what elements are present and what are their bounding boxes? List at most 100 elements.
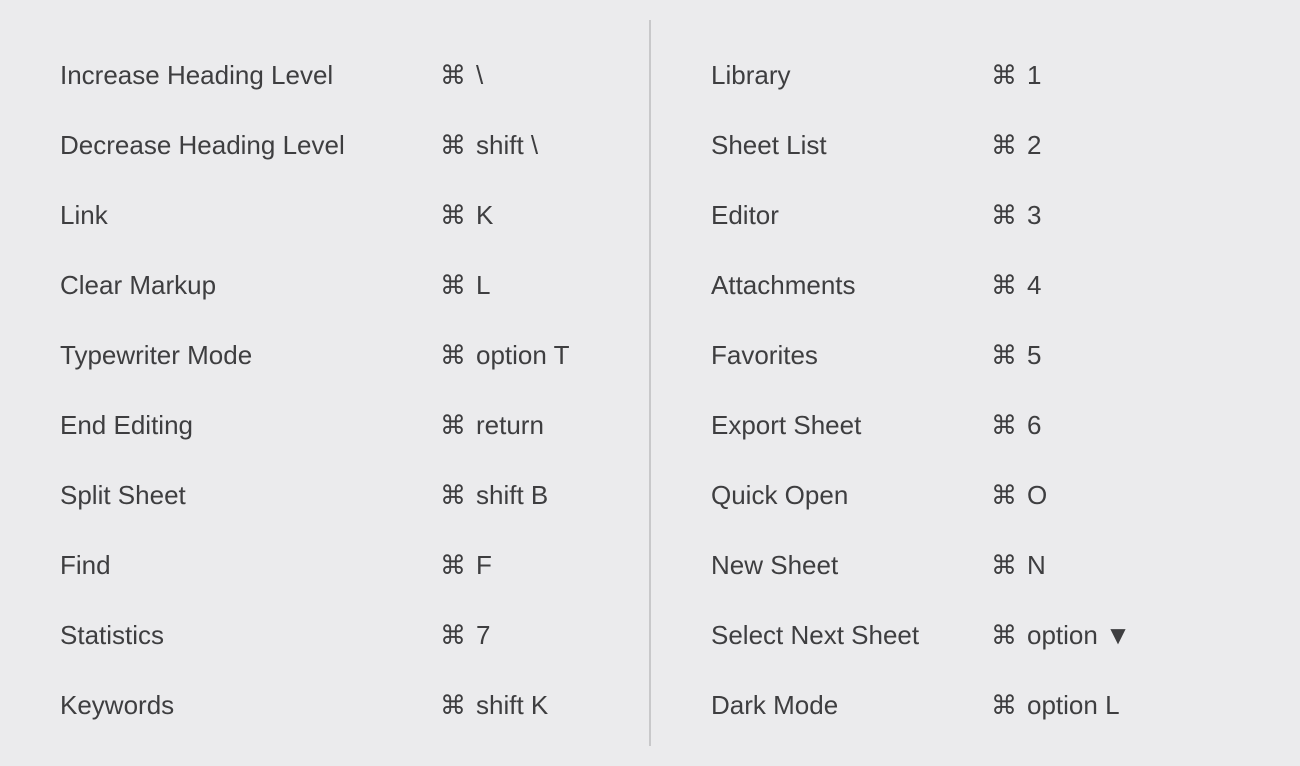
command-icon: ⌘ [991, 412, 1017, 438]
shortcut-key-text: shift K [476, 690, 548, 721]
shortcuts-column-right: Library ⌘ 1 Sheet List ⌘ 2 Editor ⌘ 3 At… [651, 20, 1300, 746]
shortcut-key-text: 3 [1027, 200, 1041, 231]
shortcut-key-text: shift B [476, 480, 548, 511]
shortcut-keys: ⌘ 3 [991, 200, 1041, 231]
shortcut-label: Split Sheet [60, 480, 440, 511]
shortcut-row: Quick Open ⌘ O [711, 460, 1240, 530]
shortcut-keys: ⌘ 1 [991, 60, 1041, 91]
shortcut-key-text: option ▼ [1027, 620, 1131, 651]
shortcut-keys: ⌘ O [991, 480, 1047, 511]
shortcut-keys: ⌘ 2 [991, 130, 1041, 161]
command-icon: ⌘ [440, 412, 466, 438]
shortcut-label: Link [60, 200, 440, 231]
shortcut-key-text: 1 [1027, 60, 1041, 91]
shortcut-row: End Editing ⌘ return [60, 390, 589, 460]
shortcut-label: Export Sheet [711, 410, 991, 441]
shortcut-key-text: 2 [1027, 130, 1041, 161]
shortcut-row: New Sheet ⌘ N [711, 530, 1240, 600]
command-icon: ⌘ [991, 622, 1017, 648]
shortcut-label: Keywords [60, 690, 440, 721]
command-icon: ⌘ [440, 622, 466, 648]
shortcut-label: New Sheet [711, 550, 991, 581]
command-icon: ⌘ [440, 272, 466, 298]
shortcut-key-text: O [1027, 480, 1047, 511]
shortcut-row: Favorites ⌘ 5 [711, 320, 1240, 390]
shortcut-label: Dark Mode [711, 690, 991, 721]
shortcut-row: Find ⌘ F [60, 530, 589, 600]
shortcut-label: Decrease Heading Level [60, 130, 440, 161]
command-icon: ⌘ [440, 692, 466, 718]
shortcut-keys: ⌘ K [440, 200, 493, 231]
shortcut-label: Increase Heading Level [60, 60, 440, 91]
command-icon: ⌘ [440, 202, 466, 228]
shortcut-key-text: 4 [1027, 270, 1041, 301]
shortcut-key-text: \ [476, 60, 483, 91]
shortcut-label: Statistics [60, 620, 440, 651]
command-icon: ⌘ [440, 552, 466, 578]
shortcuts-container: Increase Heading Level ⌘ \ Decrease Head… [0, 0, 1300, 766]
shortcut-key-text: K [476, 200, 493, 231]
shortcut-keys: ⌘ shift \ [440, 130, 538, 161]
command-icon: ⌘ [991, 552, 1017, 578]
shortcut-label: Attachments [711, 270, 991, 301]
shortcut-label: End Editing [60, 410, 440, 441]
shortcut-label: Favorites [711, 340, 991, 371]
shortcut-key-text: F [476, 550, 492, 581]
shortcut-keys: ⌘ option T [440, 340, 569, 371]
command-icon: ⌘ [440, 482, 466, 508]
shortcut-key-text: L [476, 270, 490, 301]
shortcut-label: Library [711, 60, 991, 91]
shortcut-keys: ⌘ shift B [440, 480, 548, 511]
shortcut-row: Decrease Heading Level ⌘ shift \ [60, 110, 589, 180]
command-icon: ⌘ [440, 62, 466, 88]
shortcut-row: Select Next Sheet ⌘ option ▼ [711, 600, 1240, 670]
shortcut-row: Increase Heading Level ⌘ \ [60, 40, 589, 110]
shortcut-label: Select Next Sheet [711, 620, 991, 651]
shortcut-label: Typewriter Mode [60, 340, 440, 371]
shortcut-key-text: return [476, 410, 544, 441]
shortcut-key-text: 6 [1027, 410, 1041, 441]
shortcut-keys: ⌘ F [440, 550, 492, 581]
command-icon: ⌘ [991, 132, 1017, 158]
shortcut-label: Clear Markup [60, 270, 440, 301]
shortcut-keys: ⌘ L [440, 270, 490, 301]
shortcut-keys: ⌘ 6 [991, 410, 1041, 441]
shortcut-row: Export Sheet ⌘ 6 [711, 390, 1240, 460]
shortcut-keys: ⌘ \ [440, 60, 483, 91]
command-icon: ⌘ [991, 272, 1017, 298]
command-icon: ⌘ [991, 692, 1017, 718]
command-icon: ⌘ [440, 132, 466, 158]
shortcut-keys: ⌘ 7 [440, 620, 490, 651]
shortcuts-column-left: Increase Heading Level ⌘ \ Decrease Head… [0, 20, 651, 746]
shortcut-row: Clear Markup ⌘ L [60, 250, 589, 320]
shortcut-row: Attachments ⌘ 4 [711, 250, 1240, 320]
command-icon: ⌘ [991, 202, 1017, 228]
shortcut-keys: ⌘ 4 [991, 270, 1041, 301]
shortcut-key-text: shift \ [476, 130, 538, 161]
shortcut-keys: ⌘ shift K [440, 690, 548, 721]
shortcut-row: Editor ⌘ 3 [711, 180, 1240, 250]
shortcut-keys: ⌘ 5 [991, 340, 1041, 371]
shortcut-row: Keywords ⌘ shift K [60, 670, 589, 740]
shortcut-key-text: option T [476, 340, 569, 371]
command-icon: ⌘ [991, 62, 1017, 88]
shortcut-label: Quick Open [711, 480, 991, 511]
command-icon: ⌘ [991, 342, 1017, 368]
shortcut-row: Dark Mode ⌘ option L [711, 670, 1240, 740]
shortcut-key-text: 5 [1027, 340, 1041, 371]
shortcut-key-text: N [1027, 550, 1046, 581]
shortcut-keys: ⌘ return [440, 410, 544, 441]
shortcut-keys: ⌘ N [991, 550, 1046, 581]
shortcut-row: Statistics ⌘ 7 [60, 600, 589, 670]
shortcut-row: Split Sheet ⌘ shift B [60, 460, 589, 530]
shortcut-row: Library ⌘ 1 [711, 40, 1240, 110]
shortcut-key-text: option L [1027, 690, 1120, 721]
shortcut-label: Find [60, 550, 440, 581]
shortcut-row: Typewriter Mode ⌘ option T [60, 320, 589, 390]
shortcut-label: Sheet List [711, 130, 991, 161]
shortcut-row: Sheet List ⌘ 2 [711, 110, 1240, 180]
shortcut-row: Link ⌘ K [60, 180, 589, 250]
shortcut-label: Editor [711, 200, 991, 231]
command-icon: ⌘ [440, 342, 466, 368]
shortcut-keys: ⌘ option L [991, 690, 1120, 721]
